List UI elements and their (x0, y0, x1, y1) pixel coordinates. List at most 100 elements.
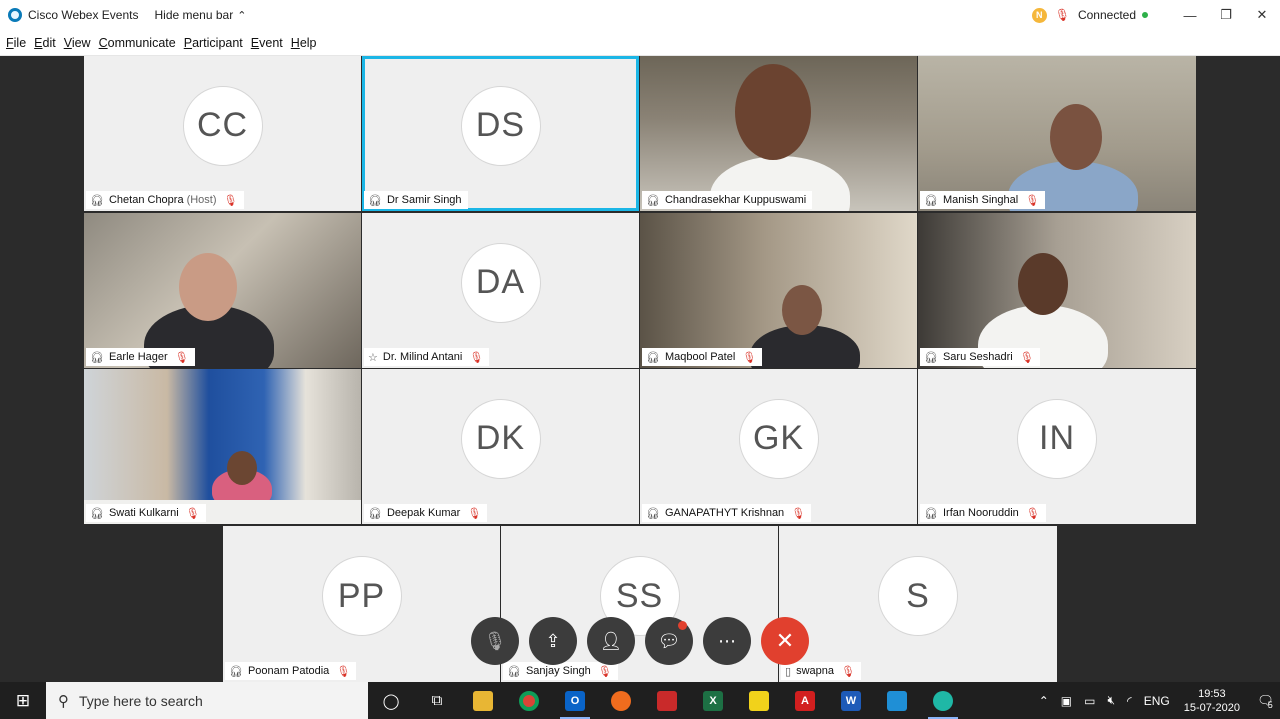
participant-tile-active-speaker[interactable]: DS 🎧︎ Dr Samir Singh (362, 56, 639, 211)
headset-icon: 🎧︎ (924, 507, 938, 520)
more-options-button[interactable]: ⋯ (703, 617, 751, 665)
close-window-button[interactable]: ✕ (1244, 0, 1280, 30)
wifi-icon[interactable]: ◜ (1127, 694, 1132, 708)
participant-tile[interactable]: IN 🎧︎ Irfan Nooruddin 🎙︎ (918, 369, 1196, 524)
mic-muted-icon: 🎙︎ (469, 351, 484, 364)
start-button[interactable]: ⊞ (0, 682, 46, 719)
participant-tile-video[interactable]: 🎧︎ Manish Singhal 🎙︎ (918, 56, 1196, 211)
taskbar-search[interactable]: ⚲ Type here to search (46, 682, 368, 719)
clock[interactable]: 19:53 15-07-2020 (1184, 687, 1240, 715)
clock-time: 19:53 (1198, 687, 1226, 700)
chevron-up-icon[interactable]: ⌃ (1039, 694, 1049, 708)
participant-name: swapna (796, 665, 834, 677)
menu-help[interactable]: Help (291, 36, 317, 50)
menu-communicate[interactable]: Communicate (99, 36, 176, 50)
avatar: DK (460, 398, 541, 479)
participant-tile[interactable]: DK 🎧︎ Deepak Kumar 🎙︎ (362, 369, 639, 524)
outlook-button[interactable]: O (552, 682, 598, 719)
participant-name: Chandrasekhar Kuppuswami (664, 194, 807, 206)
webex-icon (933, 690, 953, 711)
participant-tile-video[interactable]: 🎧︎ Maqbool Patel 🎙︎ (640, 213, 917, 368)
mic-muted-icon: 🎙︎ (174, 351, 189, 364)
share-icon: ⇪ (545, 630, 561, 651)
participant-tile-video[interactable]: 🎧︎ Earle Hager 🎙︎ (84, 213, 361, 368)
mic-muted-icon: 🎙︎ (1025, 507, 1040, 520)
avatar: DS (460, 85, 541, 166)
word-button[interactable]: W (828, 682, 874, 719)
phone-icon: ☆ (368, 351, 378, 364)
participant-name: Deepak Kumar (386, 507, 461, 519)
mic-off-icon: 🎙︎ (483, 630, 507, 651)
chat-button[interactable]: 💬︎ (645, 617, 693, 665)
participant-tile-video[interactable]: 🎧︎ Chandrasekhar Kuppuswami (640, 56, 917, 211)
participant-name: Earle Hager (108, 351, 168, 363)
participant-name: Sanjay Singh (525, 665, 591, 677)
excel-button[interactable]: X (690, 682, 736, 719)
avatar: GK (738, 398, 819, 479)
share-button[interactable]: ⇪ (529, 617, 577, 665)
headset-icon: 🎧︎ (90, 507, 104, 520)
app-button[interactable] (644, 682, 690, 719)
task-view-icon: ⧉ (431, 692, 443, 709)
file-explorer-button[interactable] (460, 682, 506, 719)
menu-edit[interactable]: Edit (34, 36, 56, 50)
folder-icon (473, 690, 493, 711)
more-icon: ⋯ (718, 630, 736, 651)
language-indicator[interactable]: ENG (1144, 694, 1170, 708)
participant-tile[interactable]: DA ☆ Dr. Milind Antani 🎙︎ (362, 213, 639, 368)
avatar: S (878, 556, 958, 636)
cortana-button[interactable]: ◯ (368, 682, 414, 719)
circle-icon: ◯ (382, 692, 400, 710)
video-feed (640, 56, 917, 211)
participant-tile[interactable]: GK 🎧︎ GANAPATHYT Krishnan 🎙︎ (640, 369, 917, 524)
system-tray: ⌃ ▣ ▭ 🔇︎ ◜ ENG 19:53 15-07-2020 🗨︎ 5 (1033, 682, 1280, 719)
host-label: (Host) (186, 194, 217, 206)
participants-button[interactable]: 👤︎ (587, 617, 635, 665)
chrome-button[interactable] (506, 682, 552, 719)
avatar: IN (1017, 398, 1097, 479)
user-status-icon[interactable]: N (1031, 7, 1047, 23)
task-view-button[interactable]: ⧉ (414, 682, 460, 719)
volume-muted-icon[interactable]: 🔇︎ (1107, 693, 1115, 708)
mic-muted-icon: 🎙︎ (336, 665, 351, 678)
firefox-icon (611, 690, 631, 711)
photos-button[interactable] (874, 682, 920, 719)
close-icon: ✕ (775, 628, 795, 653)
menu-event[interactable]: Event (251, 36, 283, 50)
action-center-button[interactable]: 🗨︎ 5 (1250, 682, 1280, 719)
headset-icon: 🎧︎ (90, 351, 104, 364)
menu-participant[interactable]: Participant (184, 36, 243, 50)
menu-file[interactable]: File (6, 36, 26, 50)
participant-tile[interactable]: PP 🎧︎ Poonam Patodia 🎙︎ (223, 526, 500, 682)
hide-menu-bar-button[interactable]: Hide menu bar ⌃ (155, 8, 247, 22)
menu-view[interactable]: View (64, 36, 91, 50)
outlook-icon: O (565, 690, 585, 711)
participant-tile[interactable]: S ▯ swapna 🎙︎ (779, 526, 1057, 682)
leave-meeting-button[interactable]: ✕ (761, 617, 809, 665)
participant-nameplate: 🎧︎ Dr Samir Singh (364, 191, 468, 209)
acrobat-button[interactable]: A (782, 682, 828, 719)
video-feed (640, 213, 917, 368)
hide-menu-label: Hide menu bar (154, 8, 234, 22)
webex-button[interactable] (920, 682, 966, 719)
battery-icon[interactable]: ▭ (1084, 694, 1095, 708)
mic-muted-icon: 🎙︎ (791, 507, 806, 520)
firefox-button[interactable] (598, 682, 644, 719)
mute-button[interactable]: 🎙︎ (471, 617, 519, 665)
meet-now-icon[interactable]: ▣ (1061, 694, 1072, 708)
webex-logo-icon (8, 8, 22, 22)
participant-name: Swati Kulkarni (108, 507, 179, 519)
app-title: Cisco Webex Events (28, 8, 139, 22)
mic-muted-icon: 🎙︎ (1019, 351, 1034, 364)
mic-muted-icon[interactable]: 🎙︎ (1055, 8, 1070, 22)
participant-tile-video[interactable]: 🎧︎ Saru Seshadri 🎙︎ (918, 213, 1196, 368)
excel-icon: X (703, 690, 723, 711)
restore-button[interactable]: ❐ (1208, 0, 1244, 30)
participant-tile[interactable]: CC 🎧︎ Chetan Chopra (Host) 🎙︎ (84, 56, 361, 211)
minimize-button[interactable]: — (1172, 0, 1208, 30)
sticky-notes-button[interactable] (736, 682, 782, 719)
participant-nameplate: 🎧︎ Irfan Nooruddin 🎙︎ (920, 504, 1046, 522)
mic-muted-icon: 🎙︎ (223, 194, 238, 207)
participant-tile-video[interactable]: 🎧︎ Swati Kulkarni 🎙︎ (84, 369, 361, 524)
participant-name: Saru Seshadri (942, 351, 1013, 363)
